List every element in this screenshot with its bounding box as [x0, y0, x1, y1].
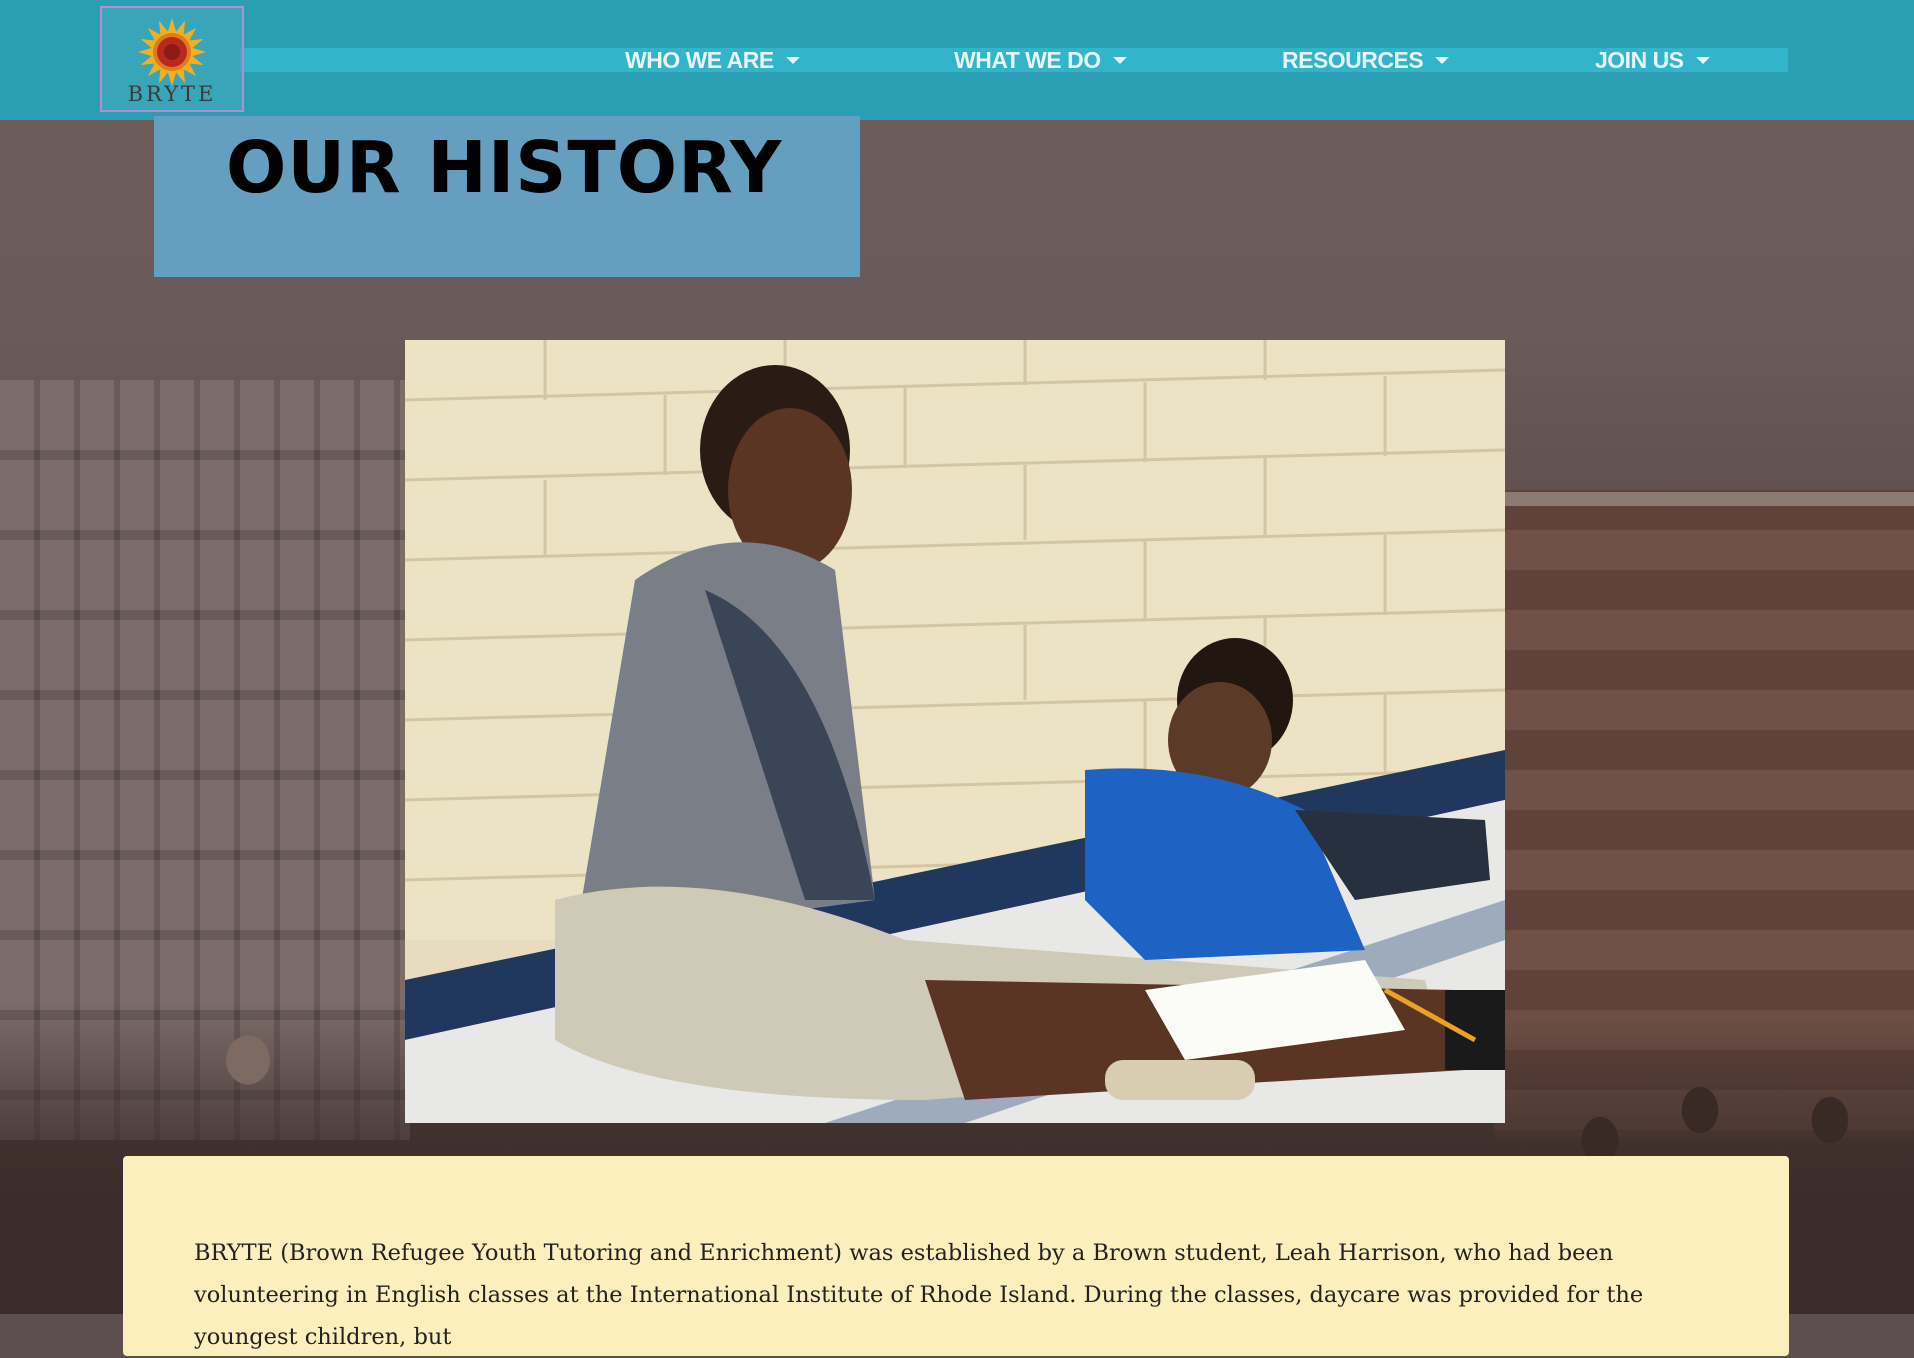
site-logo[interactable]: BRYTE — [100, 6, 244, 112]
chevron-down-icon — [1435, 56, 1450, 64]
logo-wordmark: BRYTE — [127, 82, 217, 106]
history-paragraph: BRYTE (Brown Refugee Youth Tutoring and … — [194, 1240, 1644, 1350]
chevron-down-icon — [1695, 56, 1710, 64]
site-header: BRYTE WHO WE ARE WHAT WE DO RESOURCES JO… — [0, 0, 1914, 120]
nav-item-label: WHAT WE DO — [954, 46, 1101, 73]
nav-item-label: RESOURCES — [1282, 46, 1424, 73]
hero-photo — [405, 340, 1505, 1123]
page-title: OUR HISTORY — [226, 126, 783, 209]
sunflower-icon — [138, 18, 206, 86]
nav-item-label: WHO WE ARE — [625, 46, 774, 73]
chevron-down-icon — [1112, 56, 1127, 64]
nav-item-resources[interactable]: RESOURCES — [1282, 42, 1450, 78]
nav-item-join-us[interactable]: JOIN US — [1595, 42, 1710, 78]
nav-item-who-we-are[interactable]: WHO WE ARE — [625, 42, 800, 78]
tutor-and-child-photo — [405, 340, 1505, 1123]
history-card: BRYTE (Brown Refugee Youth Tutoring and … — [123, 1156, 1789, 1356]
page-title-box: OUR HISTORY — [154, 116, 860, 277]
nav-item-what-we-do[interactable]: WHAT WE DO — [954, 42, 1127, 78]
chevron-down-icon — [785, 56, 800, 64]
background-roofline — [1494, 492, 1914, 506]
nav-item-label: JOIN US — [1595, 46, 1684, 73]
